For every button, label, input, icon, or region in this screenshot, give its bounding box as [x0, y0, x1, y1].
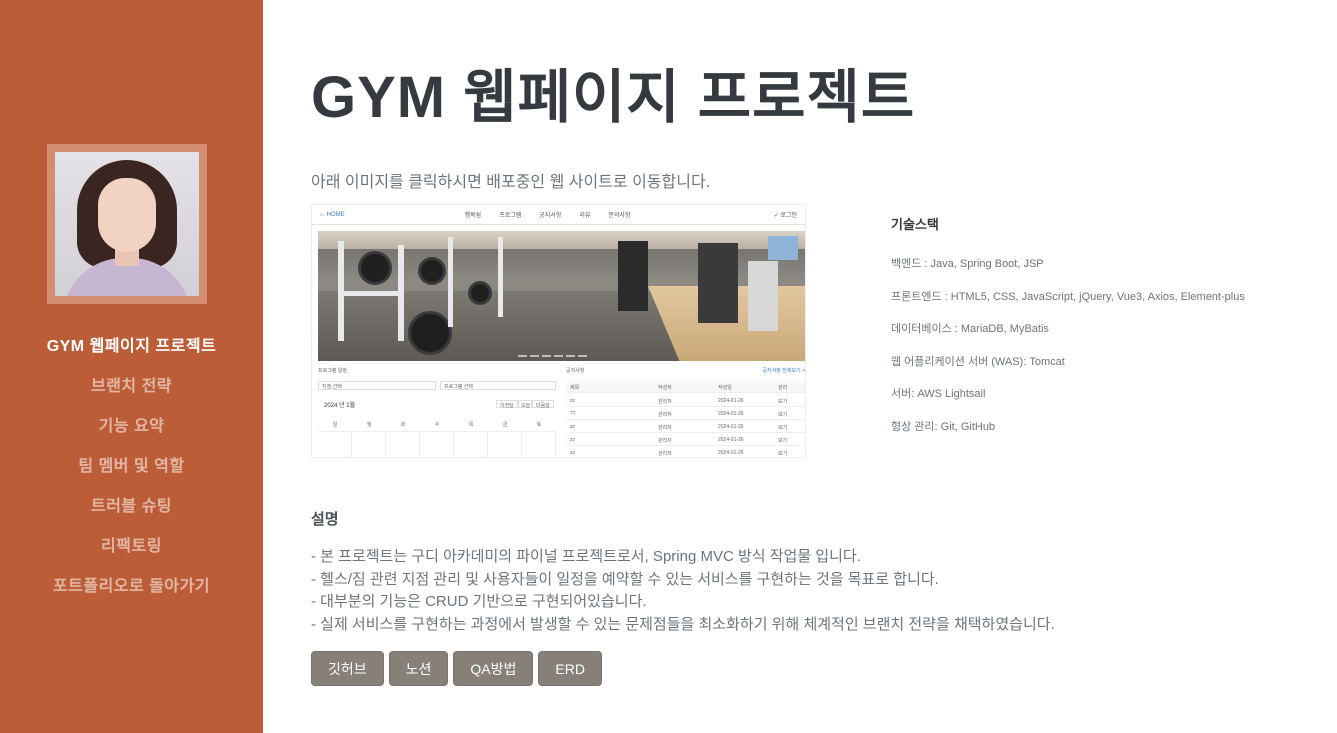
description-line: - 대부분의 기능은 CRUD 기반으로 구현되어있습니다. [311, 593, 647, 610]
preview-next-month: 다음달 [532, 400, 554, 409]
avatar [55, 152, 199, 296]
intro-text: 아래 이미지를 클릭하시면 배포중인 웹 사이트로 이동합니다. [311, 174, 711, 191]
description-line: - 본 프로젝트는 구디 아카데미의 파이널 프로젝트로서, Spring MV… [311, 548, 861, 565]
preview-notice-panel: 공지사항 공지사항 전체보기 > 제목 작성자 작성일 관리 zz 관리자 20… [566, 367, 806, 457]
link-buttons: 깃허브 노션 QA방법 ERD [311, 651, 602, 686]
weekday: 수 [434, 422, 440, 428]
sidebar-nav: GYM 웹페이지 프로젝트 브랜치 전략 기능 요약 팀 멤버 및 역할 트러블… [0, 324, 263, 604]
description-heading: 설명 [311, 511, 339, 528]
weekday: 일 [332, 422, 338, 428]
sidebar-item-refactoring[interactable]: 리팩토링 [0, 524, 263, 564]
sidebar-item-gym-project[interactable]: GYM 웹페이지 프로젝트 [0, 324, 263, 364]
table-row: zz 관리자 2024-01-26 보기 [566, 434, 805, 446]
table-row: zz 관리자 2024-01-26 보기 [566, 395, 805, 407]
preview-login: ✓ 로그인 [773, 213, 797, 219]
preview-home-label: HOME [326, 211, 345, 218]
preview-lower-section: 프로그램 일정 지점 선택 프로그램 선택 2024 년 1월 이전달 오늘 다… [318, 367, 806, 457]
preview-prev-month: 이전달 [496, 400, 518, 409]
sidebar: GYM 웹페이지 프로젝트 브랜치 전략 기능 요약 팀 멤버 및 역할 트러블… [0, 0, 263, 733]
preview-menu-item: 리뷰 [579, 213, 591, 219]
sidebar-item-team-members[interactable]: 팀 멤버 및 역할 [0, 444, 263, 484]
website-preview-link[interactable]: ⌂ HOME 행복쉼 프로그램 공지사항 리뷰 문의사항 ✓ 로그인 프로그램 … [311, 204, 806, 458]
tech-line-server: 서버: AWS Lightsail [891, 388, 986, 400]
preview-navbar: ⌂ HOME 행복쉼 프로그램 공지사항 리뷰 문의사항 ✓ 로그인 [312, 205, 805, 225]
tech-stack: 기술스택 백엔드 : Java, Spring Boot, JSP 프론트엔드 … [891, 214, 1311, 450]
sidebar-item-troubleshooting[interactable]: 트러블 슈팅 [0, 484, 263, 524]
erd-button[interactable]: ERD [538, 651, 602, 686]
preview-menu-item: 행복쉼 [464, 213, 482, 219]
table-row: ?? 관리자 2024-01-26 보기 [566, 408, 805, 420]
home-icon: ⌂ [320, 211, 324, 218]
table-row: zz 관리자 2024-01-26 보기 [566, 447, 805, 457]
tech-stack-heading: 기술스택 [891, 217, 939, 232]
preview-schedule-title: 프로그램 일정 [318, 368, 347, 374]
description-line: - 헬스/짐 관련 지점 관리 및 사용자들이 일정을 예약할 수 있는 서비스… [311, 570, 939, 588]
description-list: - 본 프로젝트는 구디 아카데미의 파이널 프로젝트로서, Spring MV… [311, 546, 1055, 636]
preview-weekdays: 일 월 화 수 목 금 토 [318, 421, 556, 428]
main-content: GYM 웹페이지 프로젝트 아래 이미지를 클릭하시면 배포중인 웹 사이트로 … [263, 0, 1337, 733]
sidebar-item-feature-summary[interactable]: 기능 요약 [0, 404, 263, 444]
weekday: 월 [366, 422, 372, 428]
avatar-frame [47, 144, 207, 304]
preview-menu-item: 문의사항 [608, 213, 631, 219]
preview-home: ⌂ HOME [320, 212, 345, 218]
page-title: GYM 웹페이지 프로젝트 [311, 65, 916, 130]
preview-menu-item: 프로그램 [499, 213, 522, 219]
weekday: 토 [536, 422, 542, 428]
weekday: 목 [468, 422, 474, 428]
github-button[interactable]: 깃허브 [311, 651, 384, 686]
table-row: zz 관리자 2024-01-26 보기 [566, 421, 805, 433]
tech-line-database: 데이터베이스 : MariaDB, MyBatis [891, 323, 1049, 335]
preview-table-header: 제목 작성자 작성일 관리 [566, 381, 805, 393]
sidebar-item-branch-strategy[interactable]: 브랜치 전략 [0, 364, 263, 404]
preview-notice-title: 공지사항 [566, 368, 585, 374]
gym-photo [318, 231, 805, 361]
preview-month: 2024 년 1월 [324, 403, 356, 409]
sidebar-item-back-to-portfolio[interactable]: 포트폴리오로 돌아가기 [0, 564, 263, 604]
qa-method-button[interactable]: QA방법 [453, 651, 534, 686]
tech-line-vcs: 형상 관리: Git, GitHub [891, 420, 996, 433]
tech-line-frontend: 프론트엔드 : HTML5, CSS, JavaScript, jQuery, … [891, 290, 1245, 303]
preview-program-select: 프로그램 선택 [440, 381, 556, 390]
notion-button[interactable]: 노션 [388, 651, 449, 686]
weekday: 화 [400, 422, 406, 428]
preview-notice-more: 공지사항 전체보기 > [762, 368, 806, 374]
preview-menu-item: 공지사항 [539, 213, 562, 219]
preview-branch-select: 지점 선택 [318, 381, 436, 390]
preview-schedule-panel: 프로그램 일정 지점 선택 프로그램 선택 2024 년 1월 이전달 오늘 다… [318, 367, 556, 457]
preview-menu: 행복쉼 프로그램 공지사항 리뷰 문의사항 [465, 210, 631, 219]
weekday: 금 [502, 422, 508, 428]
tech-line-was: 웹 어플리케이션 서버 (WAS): Tomcat [891, 355, 1065, 368]
preview-today: 오늘 [518, 400, 532, 409]
description-line: - 실제 서비스를 구현하는 과정에서 발생할 수 있는 문제점들을 최소화하기… [311, 615, 1055, 633]
tech-line-backend: 백엔드 : Java, Spring Boot, JSP [891, 258, 1044, 270]
